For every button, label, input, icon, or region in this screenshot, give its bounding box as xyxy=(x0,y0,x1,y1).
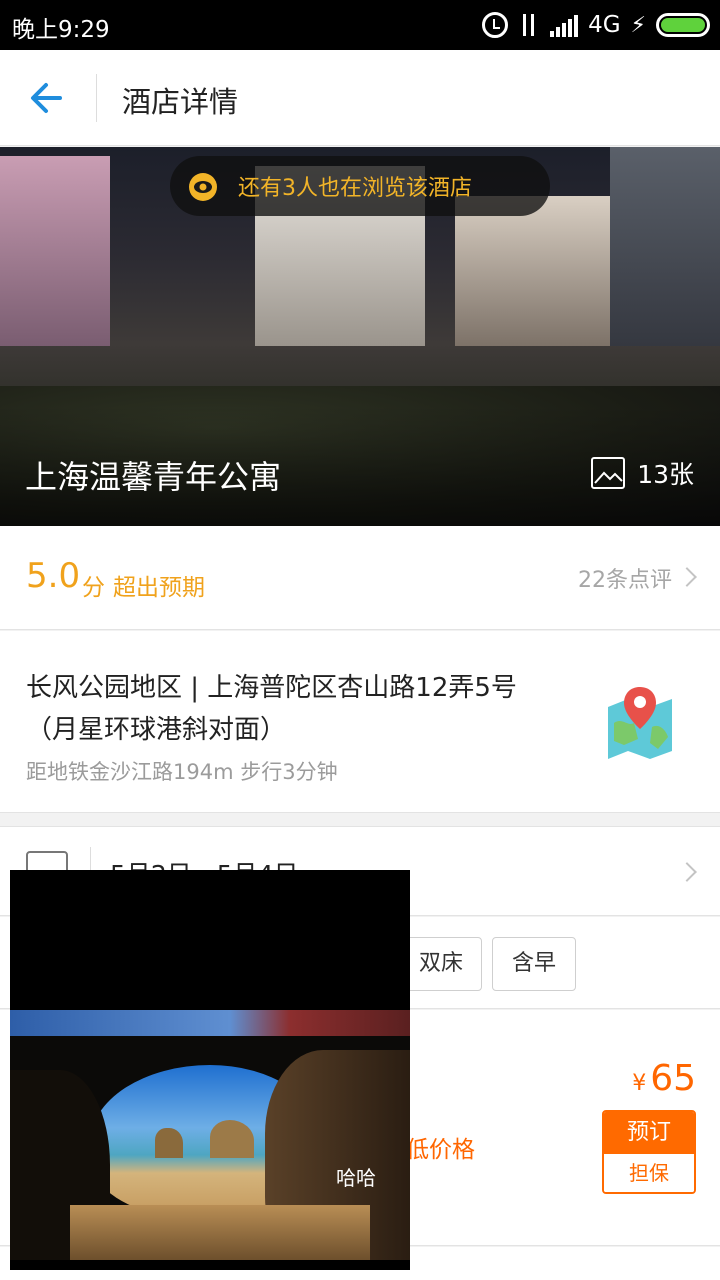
currency-symbol: ¥ xyxy=(632,1071,647,1096)
rating-unit: 分 xyxy=(82,575,105,601)
photo-count[interactable]: 13张 xyxy=(591,455,694,491)
cave-beach-image xyxy=(10,1010,410,1260)
browsing-notice: 还有3人也在浏览该酒店 xyxy=(170,156,550,216)
rating-row[interactable]: 5.0 分 超出预期 22条点评 xyxy=(0,526,720,630)
status-icons: 4G ⚡ xyxy=(482,9,710,41)
filter-chip-twin[interactable]: 双床 xyxy=(400,937,482,991)
guarantee-label: 担保 xyxy=(604,1154,694,1192)
floating-image-overlay[interactable] xyxy=(10,870,410,1270)
back-arrow-icon xyxy=(31,83,62,113)
filter-chip-breakfast[interactable]: 含早 xyxy=(492,937,576,991)
photo-count-label: 13张 xyxy=(637,460,694,489)
status-bar: 晚上9:29 4G ⚡ xyxy=(0,0,720,50)
price-value: 65 xyxy=(650,1058,696,1099)
metro-distance: 距地铁金沙江路194m 步行3分钟 xyxy=(26,760,338,784)
hotel-name: 上海温馨青年公寓 xyxy=(25,458,282,496)
battery-icon xyxy=(656,13,710,37)
book-label: 预订 xyxy=(604,1112,694,1154)
charging-icon: ⚡ xyxy=(630,12,646,38)
eye-icon xyxy=(189,173,217,201)
book-button[interactable]: 预订 担保 xyxy=(602,1110,696,1194)
low-price-label: 低价格 xyxy=(406,1137,475,1163)
address-text: 长风公园地区 | 上海普陀区杏山路12弄5号（月星环球港斜对面） xyxy=(26,673,517,745)
address-row[interactable]: 长风公园地区 | 上海普陀区杏山路12弄5号（月星环球港斜对面） 距地铁金沙江路… xyxy=(0,631,720,813)
app-header: 酒店详情 xyxy=(0,50,720,146)
data-arrows-icon xyxy=(518,12,540,38)
alarm-icon xyxy=(482,12,509,38)
header-divider xyxy=(96,74,97,122)
network-type: 4G xyxy=(588,12,621,38)
status-time: 晚上9:29 xyxy=(12,17,110,43)
rating-label: 超出预期 xyxy=(113,575,205,601)
map-pin-icon[interactable] xyxy=(604,683,676,759)
hotel-photo-banner[interactable]: 还有3人也在浏览该酒店 上海温馨青年公寓 13张 xyxy=(0,147,720,526)
page-title: 酒店详情 xyxy=(122,85,239,119)
chevron-right-icon xyxy=(677,862,697,882)
review-count: 22条点评 xyxy=(578,568,672,593)
rating-score: 5.0 xyxy=(26,556,81,596)
back-button[interactable] xyxy=(20,70,76,126)
signal-icon xyxy=(550,13,579,37)
overlay-caption: 哈哈 xyxy=(336,1166,376,1190)
browsing-notice-text: 还有3人也在浏览该酒店 xyxy=(238,176,472,201)
chevron-right-icon xyxy=(677,567,697,587)
room-price: ¥65 xyxy=(632,1058,696,1099)
photo-icon xyxy=(591,457,626,489)
